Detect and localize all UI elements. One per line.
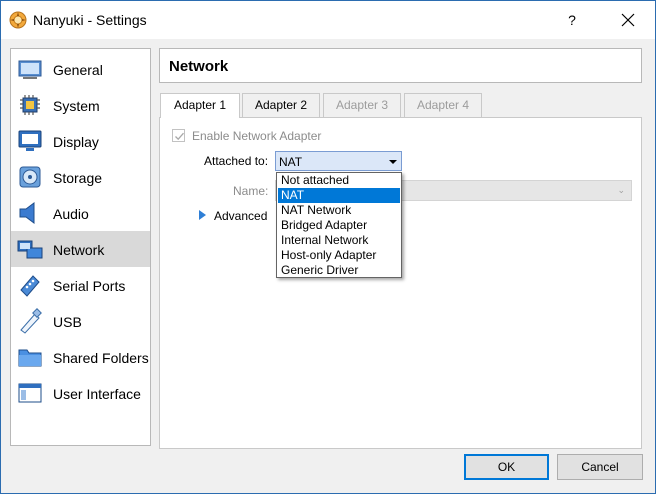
page-title: Network: [159, 48, 642, 83]
sidebar-item-label: Audio: [53, 206, 89, 222]
storage-disk-icon: [19, 166, 41, 188]
title-bar: Nanyuki - Settings ?: [1, 1, 655, 39]
settings-window: Nanyuki - Settings ? General System Disp…: [0, 0, 656, 494]
dropdown-option-not-attached[interactable]: Not attached: [278, 173, 400, 188]
advanced-toggle[interactable]: Advanced: [214, 209, 267, 223]
display-monitor-icon: [18, 130, 42, 151]
system-chip-icon: [20, 95, 40, 115]
settings-sidebar: General System Display Storage Audio Net…: [10, 48, 151, 446]
audio-speaker-icon: [19, 202, 35, 224]
sidebar-item-label: System: [53, 98, 100, 114]
attached-to-dropdown: Not attached NAT NAT Network Bridged Ada…: [276, 172, 402, 278]
name-label: Name:: [233, 184, 269, 198]
sidebar-item-system[interactable]: System: [11, 87, 150, 123]
tab-adapter-3[interactable]: Adapter 3: [323, 93, 401, 117]
dropdown-option-nat[interactable]: NAT: [278, 188, 400, 203]
sidebar-item-label: Shared Folders: [53, 350, 149, 366]
sidebar-item-label: Network: [53, 242, 105, 258]
sidebar-item-audio[interactable]: Audio: [11, 195, 150, 231]
cancel-button[interactable]: Cancel: [557, 454, 643, 480]
enable-adapter-label: Enable Network Adapter: [192, 129, 322, 143]
close-button[interactable]: [611, 5, 645, 35]
sidebar-item-network[interactable]: Network: [11, 231, 150, 267]
chevron-down-icon: ⌄: [617, 185, 625, 195]
sidebar-item-label: Storage: [53, 170, 103, 186]
dropdown-option-generic-driver[interactable]: Generic Driver: [278, 263, 400, 278]
close-icon: [621, 13, 635, 27]
sidebar-item-storage[interactable]: Storage: [11, 159, 150, 195]
window-title: Nanyuki - Settings: [33, 12, 147, 28]
page-title-text: Network: [169, 58, 229, 75]
dropdown-option-nat-network[interactable]: NAT Network: [278, 203, 400, 218]
sidebar-item-usb[interactable]: USB: [11, 303, 150, 339]
user-interface-icon: [18, 383, 42, 403]
attached-to-value: NAT: [279, 155, 303, 169]
help-button[interactable]: ?: [556, 5, 588, 35]
tab-adapter-2[interactable]: Adapter 2: [242, 93, 320, 117]
tab-adapter-4[interactable]: Adapter 4: [404, 93, 482, 117]
enable-adapter-checkbox[interactable]: [172, 129, 185, 142]
dropdown-option-host-only-adapter[interactable]: Host-only Adapter: [278, 248, 400, 263]
checkmark-icon: [175, 132, 184, 141]
ok-button[interactable]: OK: [464, 454, 549, 480]
sidebar-item-user-interface[interactable]: User Interface: [11, 375, 150, 411]
expand-arrow-icon[interactable]: [199, 210, 206, 220]
sidebar-item-shared-folders[interactable]: Shared Folders: [11, 339, 150, 375]
dropdown-option-internal-network[interactable]: Internal Network: [278, 233, 400, 248]
dropdown-option-bridged-adapter[interactable]: Bridged Adapter: [278, 218, 400, 233]
virtualbox-app-icon: [9, 11, 27, 29]
sidebar-item-display[interactable]: Display: [11, 123, 150, 159]
usb-icon: [20, 308, 42, 334]
sidebar-item-serial-ports[interactable]: Serial Ports: [11, 267, 150, 303]
network-icon: [17, 240, 43, 259]
sidebar-item-label: Display: [53, 134, 99, 150]
shared-folder-icon: [18, 349, 42, 367]
attached-to-label: Attached to:: [204, 154, 269, 168]
sidebar-item-label: General: [53, 62, 103, 78]
tab-adapter-1[interactable]: Adapter 1: [160, 93, 240, 118]
serial-port-icon: [20, 275, 40, 297]
attached-to-select[interactable]: NAT: [275, 151, 402, 171]
sidebar-item-label: USB: [53, 314, 82, 330]
sidebar-item-label: User Interface: [53, 386, 141, 402]
general-icon: [18, 60, 42, 79]
sidebar-item-general[interactable]: General: [11, 51, 150, 87]
chevron-down-icon: [389, 160, 397, 164]
sidebar-item-label: Serial Ports: [53, 278, 126, 294]
